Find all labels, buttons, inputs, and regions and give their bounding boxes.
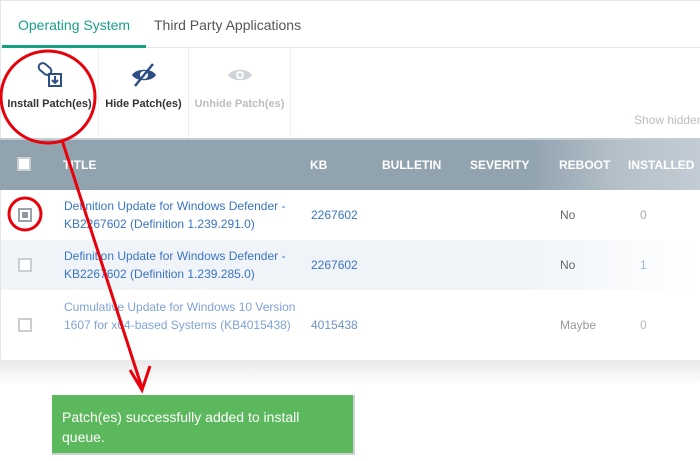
table-row[interactable]: Cumulative Update for Windows 10 Version… — [0, 290, 700, 360]
reboot-value: No — [560, 208, 576, 222]
column-severity[interactable]: SEVERITY — [470, 140, 529, 190]
toast-message: Patch(es) successfully added to install … — [62, 409, 300, 445]
installed-value[interactable]: 0 — [640, 318, 647, 332]
kb-value[interactable]: 2267602 — [311, 208, 358, 222]
row-checkbox[interactable] — [18, 258, 32, 272]
column-reboot[interactable]: REBOOT — [559, 140, 610, 190]
column-kb[interactable]: KB — [310, 140, 327, 190]
kb-value[interactable]: 2267602 — [311, 258, 358, 272]
kb-value[interactable]: 4015438 — [311, 318, 358, 332]
table-header: TITLE KB BULLETIN SEVERITY REBOOT INSTAL… — [0, 138, 700, 190]
reboot-value: No — [560, 258, 576, 272]
unhide-patches-label: Unhide Patch(es) — [194, 98, 285, 110]
patch-title-link[interactable]: Definition Update for Windows Defender -… — [64, 197, 299, 233]
installed-value[interactable]: 0 — [640, 208, 647, 222]
patch-title-link[interactable]: Definition Update for Windows Defender -… — [64, 247, 299, 283]
installed-value[interactable]: 1 — [640, 258, 647, 272]
patch-title-link[interactable]: Cumulative Update for Windows 10 Version… — [64, 298, 299, 334]
success-toast: Patch(es) successfully added to install … — [52, 395, 355, 455]
column-installed[interactable]: INSTALLED — [628, 140, 694, 190]
hide-patches-label: Hide Patch(es) — [105, 98, 182, 110]
show-hidden-toggle-label[interactable]: Show hidden — [634, 113, 700, 127]
install-patches-label: Install Patch(es) — [7, 98, 92, 110]
hide-patches-button[interactable]: Hide Patch(es) — [99, 48, 189, 138]
eye-icon — [227, 69, 252, 81]
column-title[interactable]: TITLE — [63, 140, 96, 190]
select-all-checkbox[interactable] — [17, 157, 31, 171]
column-bulletin[interactable]: BULLETIN — [382, 140, 441, 190]
bottom-shadow — [0, 360, 700, 385]
row-checkbox[interactable] — [18, 208, 32, 222]
install-patches-button[interactable]: Install Patch(es) — [1, 48, 99, 138]
toolbar: Install Patch(es) Hide Patch(es) Unhide … — [0, 48, 700, 138]
install-patch-icon — [37, 62, 62, 87]
table-row[interactable]: Definition Update for Windows Defender -… — [0, 240, 700, 290]
eye-slash-icon — [131, 63, 156, 87]
tab-operating-system[interactable]: Operating System — [2, 1, 147, 48]
table-row[interactable]: Definition Update for Windows Defender -… — [0, 190, 700, 240]
tab-third-party-applications[interactable]: Third Party Applications — [138, 1, 317, 48]
reboot-value: Maybe — [560, 318, 597, 332]
tab-bar: Operating System Third Party Application… — [0, 0, 700, 48]
unhide-patches-button[interactable]: Unhide Patch(es) — [189, 48, 291, 138]
row-checkbox[interactable] — [18, 318, 32, 332]
